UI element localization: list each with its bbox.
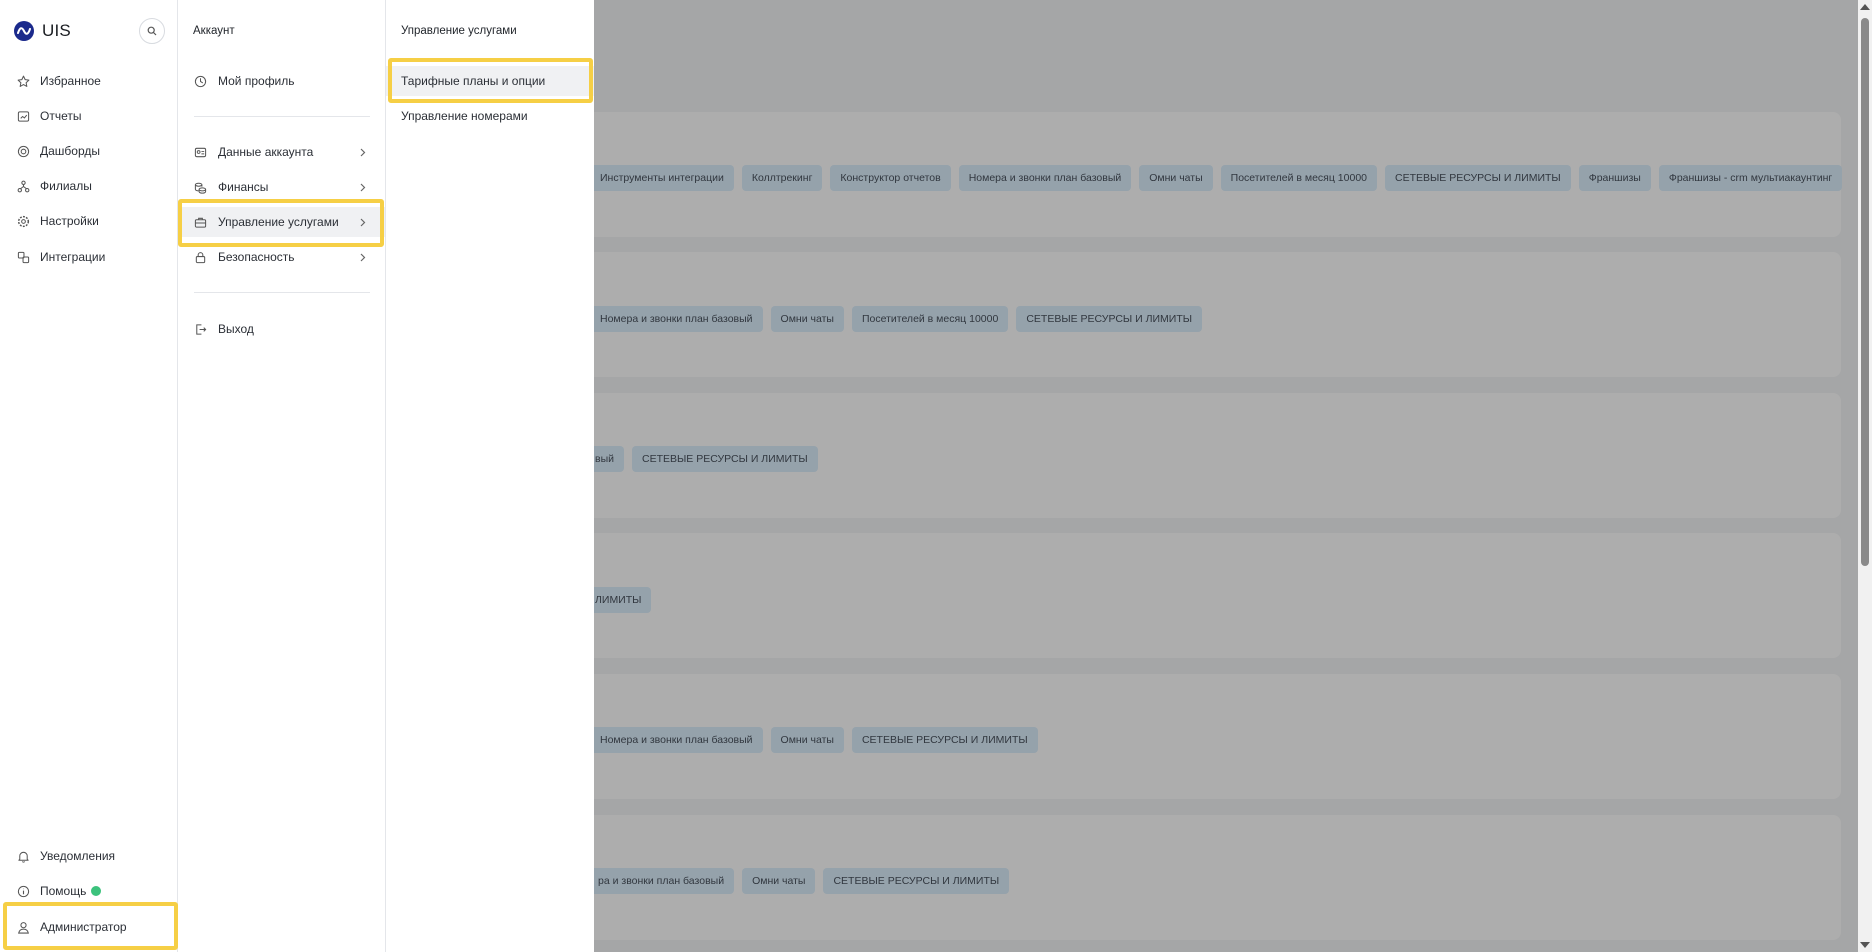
lock-icon xyxy=(193,250,207,264)
scroll-up-icon[interactable] xyxy=(1860,4,1870,10)
logout-icon xyxy=(193,322,207,336)
sidebar-item-notifications[interactable]: Уведомления xyxy=(0,841,177,871)
account-item-finance[interactable]: Финансы xyxy=(178,172,385,202)
chevron-right-icon xyxy=(358,182,368,192)
sidebar-item-label: Уведомления xyxy=(40,849,116,863)
main-sidebar: UIS Избранное Отчеты Дашборды Филиалы На… xyxy=(0,0,178,952)
sidebar-item-reports[interactable]: Отчеты xyxy=(0,101,177,131)
divider xyxy=(194,116,370,117)
help-status-dot xyxy=(91,886,101,896)
scroll-down-icon[interactable] xyxy=(1860,942,1870,948)
dashboards-icon xyxy=(16,144,30,158)
account-item-label: Финансы xyxy=(218,180,269,194)
account-data-icon xyxy=(193,145,207,159)
search-button[interactable] xyxy=(139,18,165,44)
divider xyxy=(194,292,370,293)
sidebar-item-favorites[interactable]: Избранное xyxy=(0,66,177,96)
sidebar-item-label: Настройки xyxy=(40,214,99,228)
reports-icon xyxy=(16,109,30,123)
gear-icon xyxy=(16,214,30,228)
page-scrollbar[interactable] xyxy=(1858,0,1872,952)
sidebar-item-dashboards[interactable]: Дашборды xyxy=(0,136,177,166)
account-item-label: Данные аккаунта xyxy=(218,145,314,159)
chevron-right-icon xyxy=(358,147,368,157)
services-item-number-management[interactable]: Управление номерами xyxy=(386,101,594,131)
account-item-account-data[interactable]: Данные аккаунта xyxy=(178,137,385,167)
sidebar-item-label: Филиалы xyxy=(40,179,92,193)
sidebar-item-label: Избранное xyxy=(40,74,101,88)
account-item-profile[interactable]: Мой профиль xyxy=(178,66,385,96)
sidebar-item-label: Дашборды xyxy=(40,144,100,158)
services-item-label: Управление номерами xyxy=(401,109,528,123)
sidebar-item-branches[interactable]: Филиалы xyxy=(0,171,177,201)
profile-icon xyxy=(193,74,207,88)
logo-text: UIS xyxy=(42,21,71,40)
account-item-label: Безопасность xyxy=(218,250,295,264)
sidebar-item-label: Помощь xyxy=(40,884,87,898)
star-icon xyxy=(16,74,30,88)
account-item-label: Выход xyxy=(218,322,254,336)
coins-icon xyxy=(193,180,207,194)
app-logo[interactable]: UIS xyxy=(14,21,71,41)
account-item-label: Мой профиль xyxy=(218,74,295,88)
sidebar-item-integrations[interactable]: Интеграции xyxy=(0,242,177,272)
account-item-logout[interactable]: Выход xyxy=(178,314,385,344)
branches-icon xyxy=(16,179,30,193)
sidebar-item-settings[interactable]: Настройки xyxy=(0,206,177,236)
info-icon xyxy=(16,884,30,898)
account-menu: Аккаунт Мой профиль Данные аккаунта Фина… xyxy=(178,0,386,952)
bell-icon xyxy=(16,849,30,863)
scroll-thumb[interactable] xyxy=(1861,18,1869,566)
highlight-frame xyxy=(178,199,384,247)
chevron-right-icon xyxy=(358,252,368,262)
services-menu-title: Управление услугами xyxy=(401,25,517,37)
sidebar-item-label: Интеграции xyxy=(40,250,106,264)
logo-icon xyxy=(14,21,34,41)
sidebar-item-label: Отчеты xyxy=(40,109,82,123)
services-menu: Управление услугами Тарифные планы и опц… xyxy=(386,0,594,952)
highlight-frame xyxy=(3,902,178,950)
highlight-frame xyxy=(388,58,593,103)
search-icon xyxy=(147,26,157,36)
integrations-icon xyxy=(16,250,30,264)
account-menu-title: Аккаунт xyxy=(193,25,235,37)
